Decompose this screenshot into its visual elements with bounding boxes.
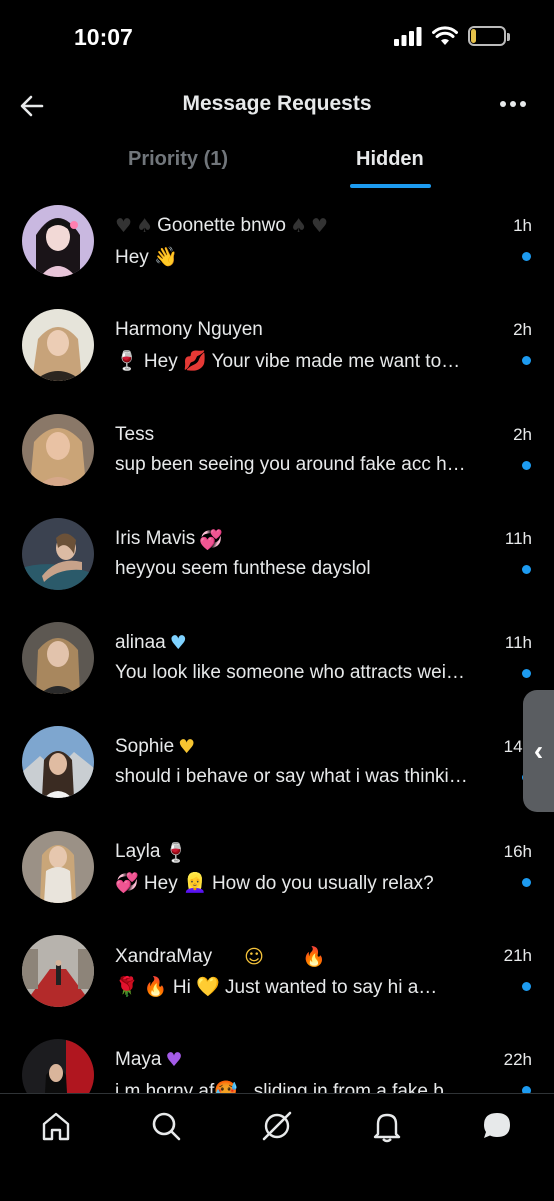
message-preview: 💞 Hey 👱‍♀️ How do you usually relax? (115, 872, 434, 894)
unread-indicator (522, 460, 531, 470)
unread-indicator (522, 1086, 531, 1093)
message-request-list: ♥ ♠ Goonette bnwo ♠ ♥ 1h Hey 👋 Harmony Nguye… (0, 205, 554, 1093)
message-time: 21h (503, 946, 532, 966)
unread-indicator (522, 252, 531, 261)
unread-indicator (522, 356, 531, 366)
side-panel-handle[interactable]: ‹ (523, 690, 554, 812)
avatar (22, 413, 94, 486)
message-time: 2h (513, 424, 532, 444)
avatar (22, 935, 94, 1008)
message-request-row[interactable]: XandraMay ☺ 🔥 21h 🌹 🔥 Hi 💛 Just wanted t… (0, 935, 554, 1039)
tab-priority[interactable]: Priority (1) (128, 148, 228, 171)
status-bar: 10:07 15 (0, 0, 554, 80)
spade-icon: ♠ (289, 215, 308, 237)
signal-icon (394, 27, 422, 46)
message-time: 1h (513, 216, 532, 235)
message-request-row[interactable]: Harmony Nguyen 2h 🍷 Hey 💋 Your vibe made… (0, 309, 554, 413)
status-icons: 15 (394, 26, 510, 46)
message-request-row[interactable]: Layla 🍷 16h 💞 Hey 👱‍♀️ How do you usually… (0, 830, 554, 935)
battery-icon: 15 (468, 26, 510, 46)
unread-indicator (522, 982, 531, 992)
avatar (22, 726, 94, 799)
message-preview: i m horny af🥵 . sliding in from a fake b… (115, 1081, 463, 1093)
messages-icon[interactable] (479, 1108, 515, 1144)
avatar (22, 517, 94, 590)
message-request-row[interactable]: ♥ ♠ Goonette bnwo ♠ ♥ 1h Hey 👋 (0, 205, 554, 309)
tab-hidden[interactable]: Hidden (356, 148, 424, 171)
status-time: 10:07 (74, 24, 133, 50)
message-request-row[interactable]: Maya ♥ 22h i m horny af🥵 . sliding in fro… (0, 1039, 554, 1093)
wifi-icon (432, 26, 458, 45)
wine-glass-icon: 🍷 (164, 841, 189, 864)
spade-icon: ♠ (136, 215, 154, 237)
sender-name: Iris Mavis 💞 (115, 528, 223, 551)
unread-indicator (522, 669, 531, 679)
message-preview: heyyou seem funthese dayslol (115, 557, 371, 579)
message-time: 16h (503, 841, 532, 861)
message-request-row[interactable]: Tess 2h sup been seeing you around fake … (0, 413, 554, 518)
sender-name: ♥ ♠ Goonette bnwo ♠ ♥ (115, 215, 329, 237)
sender-name: XandraMay ☺ 🔥 (115, 945, 326, 969)
active-tab-indicator (350, 184, 431, 188)
message-preview: You look like someone who attracts wei… (115, 662, 465, 684)
avatar (22, 1039, 94, 1093)
light-blue-heart-icon: ♥ (169, 632, 187, 655)
message-preview: should i behave or say what i was thinki… (115, 766, 468, 788)
fire-icon: 🔥 (301, 946, 326, 969)
black-heart-icon: ♥ (311, 215, 329, 237)
unread-indicator (522, 564, 531, 574)
grok-icon[interactable] (259, 1108, 295, 1144)
avatar (22, 622, 94, 695)
sender-name: Sophie ♥ (115, 736, 196, 759)
avatar (22, 309, 94, 382)
message-request-row[interactable]: Iris Mavis 💞 11h heyyou seem funthese day… (0, 517, 554, 622)
notifications-icon[interactable] (369, 1108, 405, 1144)
message-time: 11h (504, 528, 532, 548)
bottom-navigation (0, 1093, 554, 1201)
header: Message Requests (0, 80, 554, 130)
message-time: 2h (513, 320, 532, 340)
tabs: Priority (1) Hidden (0, 140, 554, 190)
page-title: Message Requests (182, 92, 372, 115)
more-options-icon[interactable] (498, 92, 528, 116)
message-preview: sup been seeing you around fake acc h… (115, 453, 466, 475)
message-preview: 🍷 Hey 💋 Your vibe made me want to… (115, 351, 461, 373)
message-time: 22h (503, 1050, 532, 1070)
purple-heart-icon: ♥ (165, 1049, 183, 1072)
sender-name: alinaa ♥ (115, 632, 187, 655)
sender-name: Layla 🍷 (115, 841, 189, 864)
avatar (22, 205, 94, 277)
home-icon[interactable] (38, 1108, 74, 1144)
sender-name: Harmony Nguyen (115, 319, 263, 341)
message-preview: Hey 👋 (115, 247, 178, 268)
search-icon[interactable] (148, 1108, 184, 1144)
two-hearts-icon: 💞 (199, 528, 223, 551)
chevron-left-icon: ‹ (533, 735, 544, 766)
unread-indicator (522, 877, 531, 887)
message-preview: 🌹 🔥 Hi 💛 Just wanted to say hi a… (115, 977, 438, 999)
black-heart-icon: ♥ (115, 215, 133, 237)
message-request-row[interactable]: alinaa ♥ 11h You look like someone who at… (0, 622, 554, 726)
message-time: 11h (504, 633, 532, 653)
sender-name: Maya ♥ (115, 1049, 183, 1072)
blond-person-icon: ☺ (244, 945, 264, 968)
avatar (22, 830, 94, 903)
battery-level: 15 (479, 28, 495, 44)
message-request-row[interactable]: Sophie ♥ 14h should i behave or say what … (0, 726, 554, 830)
yellow-heart-icon: ♥ (178, 736, 196, 759)
sender-name: Tess (115, 423, 155, 445)
